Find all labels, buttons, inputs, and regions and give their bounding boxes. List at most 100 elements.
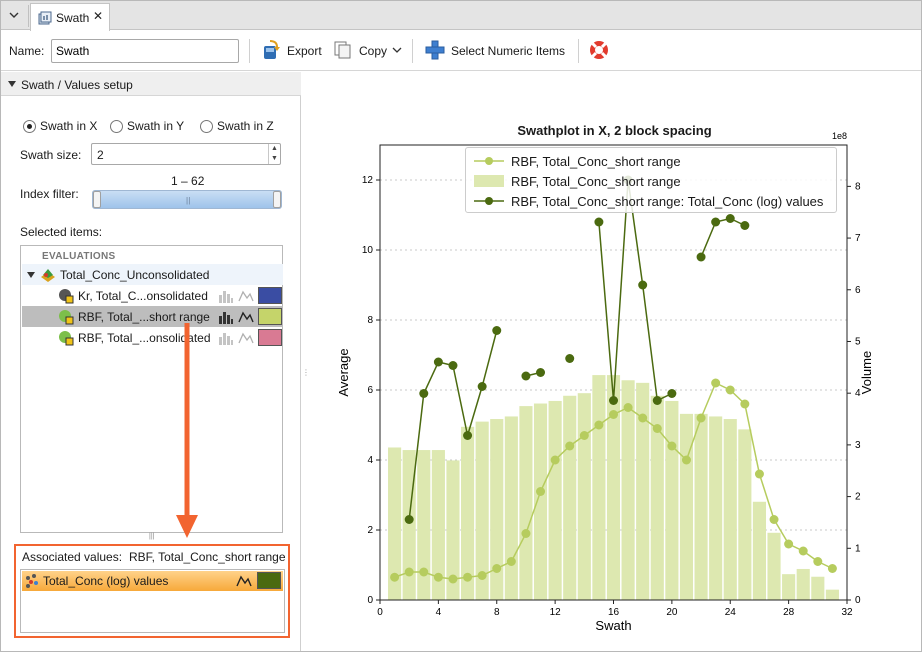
toolbar-divider	[249, 39, 250, 63]
copy-button[interactable]: Copy	[332, 39, 402, 63]
data-point	[623, 403, 633, 412]
chart-bar	[767, 532, 781, 600]
data-point	[638, 413, 648, 423]
legend-entry: RBF, Total_Conc_short range	[474, 151, 681, 171]
chart-bar	[548, 400, 562, 600]
chart-bar	[796, 568, 810, 600]
select-numeric-items-label: Select Numeric Items	[451, 44, 566, 58]
name-input[interactable]	[51, 39, 239, 63]
data-point	[740, 399, 750, 409]
copy-icon	[332, 39, 354, 64]
chart-bar	[417, 450, 431, 600]
data-point	[565, 441, 575, 451]
chart-bar	[811, 576, 825, 600]
y2-tick-label: 2	[855, 492, 861, 503]
data-point	[594, 420, 604, 430]
x-tick-label: 8	[494, 607, 500, 618]
y2-tick-label: 1	[855, 543, 861, 554]
data-point	[681, 455, 691, 465]
data-point	[477, 382, 487, 391]
chart-bar	[563, 395, 577, 600]
data-point	[390, 572, 400, 582]
data-point	[550, 455, 560, 465]
y2-tick-label: 7	[855, 233, 861, 244]
chevron-down-icon	[392, 44, 402, 58]
data-point	[813, 557, 823, 566]
chart-bar	[679, 413, 694, 600]
chart-bar	[519, 406, 533, 600]
tab-title: Swath	[56, 11, 90, 25]
data-point	[506, 557, 516, 566]
data-point	[536, 368, 546, 377]
chart-bar	[723, 419, 737, 600]
y2-multiplier: 1e8	[832, 131, 847, 141]
y2-tick-label: 3	[855, 440, 861, 451]
data-point	[725, 214, 735, 223]
data-point	[667, 441, 677, 451]
y-axis-label: Average	[336, 348, 351, 396]
select-numeric-items-button[interactable]: Select Numeric Items	[424, 39, 565, 63]
legend-label: RBF, Total_Conc_short range: Total_Conc …	[511, 193, 824, 209]
data-point	[579, 431, 589, 440]
data-point	[433, 572, 443, 582]
plus-icon	[424, 39, 446, 64]
y-tick-label: 4	[367, 455, 373, 466]
close-icon[interactable]: ✕	[93, 9, 103, 23]
help-button[interactable]	[588, 39, 610, 63]
data-point	[784, 539, 794, 549]
chart-bar	[402, 450, 416, 600]
data-point	[652, 424, 662, 433]
y-tick-label: 10	[362, 245, 374, 256]
copy-label: Copy	[359, 44, 388, 58]
legend-entry: RBF, Total_Conc_short range: Total_Conc …	[474, 191, 823, 211]
y2-tick-label: 0	[855, 595, 861, 606]
data-point	[404, 567, 414, 577]
data-point	[448, 361, 458, 370]
y2-tick-label: 6	[855, 285, 861, 296]
legend-bar-key	[474, 175, 504, 187]
y2-tick-label: 5	[855, 336, 861, 347]
chart-panel: Swathplot in X, 2 block spacing 0 4 8 12 16 2…	[308, 72, 921, 651]
chart-bar	[782, 574, 796, 600]
export-icon	[260, 39, 282, 64]
x-tick-label: 32	[841, 607, 853, 618]
chart-bar	[825, 589, 839, 600]
data-point	[419, 389, 429, 398]
export-label: Export	[287, 44, 322, 58]
tab-swath[interactable]: Swath ✕	[30, 3, 110, 31]
toolbar-divider	[578, 39, 579, 63]
data-point	[769, 515, 779, 524]
x-axis-label: Swath	[595, 618, 631, 633]
x-tick-label: 4	[436, 607, 442, 618]
y-tick-label: 8	[367, 315, 373, 326]
y-tick-label: 0	[367, 595, 373, 606]
x-tick-label: 0	[377, 607, 383, 618]
chart-bar	[752, 501, 767, 600]
data-point	[463, 431, 473, 440]
chart-bar	[694, 413, 708, 600]
y-tick-label: 12	[362, 175, 374, 186]
chart-bar	[738, 429, 752, 600]
swath-document-icon	[38, 11, 52, 28]
export-button[interactable]: Export	[260, 39, 322, 63]
data-point	[638, 280, 648, 290]
data-point	[696, 252, 706, 262]
data-point	[565, 354, 575, 363]
data-point	[492, 326, 502, 335]
x-tick-label: 12	[550, 607, 562, 618]
setup-panel: Swath / Values setup Swath in X Swath in…	[1, 72, 301, 651]
chevron-down-icon[interactable]	[5, 6, 23, 24]
data-point	[433, 357, 443, 367]
name-label: Name:	[9, 44, 45, 58]
y2-axis-label: Volume	[859, 351, 874, 394]
series-line-values	[700, 217, 746, 258]
y-tick-label: 6	[367, 385, 373, 396]
data-point	[594, 217, 604, 227]
data-point	[798, 546, 808, 556]
chart-bar	[621, 380, 635, 600]
data-point	[521, 529, 531, 538]
tab-strip: Swath ✕	[1, 1, 921, 31]
legend-line-marker-key	[474, 157, 504, 165]
series-line-values	[598, 179, 673, 402]
legend-entry: RBF, Total_Conc_short range	[474, 171, 681, 191]
